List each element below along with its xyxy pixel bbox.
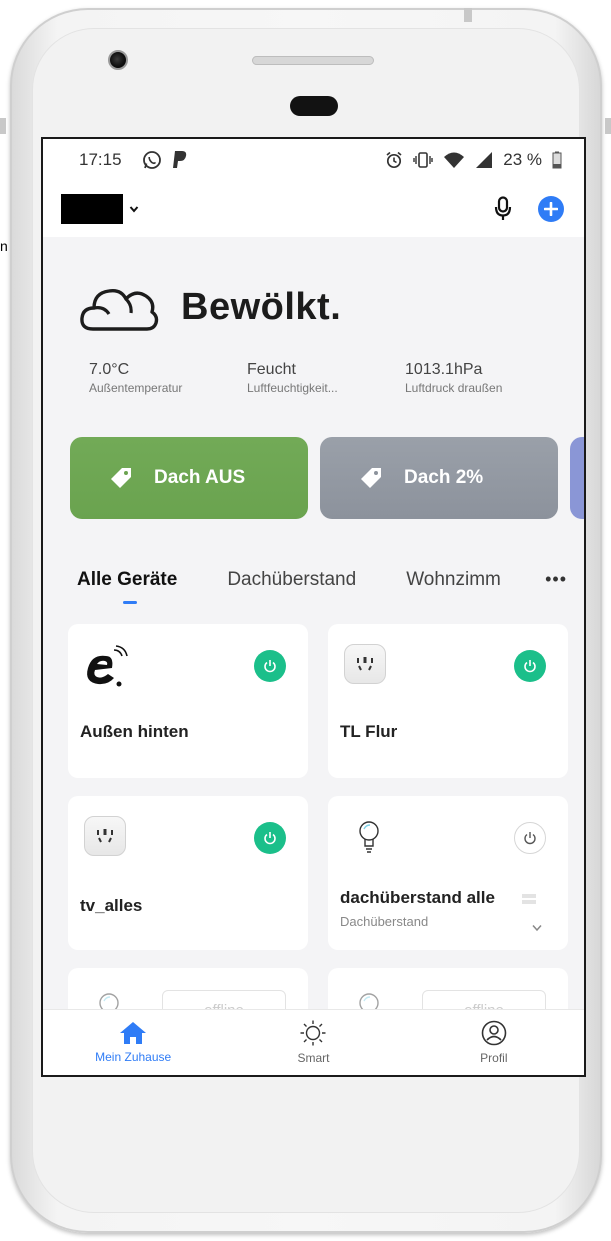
app-screen: 17:15 23 % Bewölkt. 7.0°C Außentemperatu… — [41, 137, 586, 1077]
stat-value: 1013.1hPa — [405, 361, 483, 378]
power-icon — [264, 832, 276, 845]
weather-condition: Bewölkt. — [181, 285, 342, 328]
stat-humidity: Feucht Luftfeuchtigkeit... — [247, 361, 405, 395]
stat-outdoor-temperature: 7.0°C Außentemperatur — [89, 361, 247, 395]
room-tabs: Alle Geräte Dachüberstand Wohnzimm ••• — [77, 569, 567, 604]
power-button[interactable] — [514, 650, 546, 682]
weather-stats: 7.0°C Außentemperatur Feucht Luftfeuchti… — [89, 361, 563, 395]
edge-text-fragment: n — [0, 238, 8, 254]
stat-value: Feucht — [247, 361, 296, 378]
nav-label: Profil — [480, 1051, 508, 1065]
scene-dach-aus[interactable]: Dach AUS — [70, 437, 308, 519]
scene-label: Dach AUS — [154, 467, 246, 488]
profile-icon — [481, 1020, 507, 1046]
plug-icon — [344, 644, 386, 684]
tab-wohnzimmer[interactable]: Wohnzimm — [406, 569, 501, 591]
chevron-down-icon[interactable] — [532, 924, 542, 932]
home-name-redacted[interactable] — [61, 194, 123, 224]
paypal-icon — [172, 151, 186, 168]
nav-profile[interactable]: Profil — [404, 1010, 584, 1075]
front-camera — [108, 50, 128, 70]
bottom-navigation: Mein Zuhause Smart Profil — [43, 1009, 584, 1075]
power-button[interactable] — [254, 822, 286, 854]
phone-side-button — [0, 118, 6, 134]
tag-icon — [361, 468, 381, 488]
stat-label: Außentemperatur — [89, 381, 183, 395]
more-tabs-button[interactable]: ••• — [545, 569, 567, 590]
tab-all-devices[interactable]: Alle Geräte — [77, 569, 177, 591]
status-time: 17:15 — [79, 150, 122, 169]
scene-partial[interactable] — [570, 437, 584, 519]
power-button[interactable] — [254, 650, 286, 682]
plug-icon — [84, 816, 126, 856]
nav-smart[interactable]: Smart — [223, 1010, 403, 1075]
device-room: Dachüberstand — [340, 914, 429, 929]
scene-row: Dach AUS Dach 2% — [70, 437, 584, 519]
stat-value: 7.0°C — [89, 361, 130, 378]
power-icon — [524, 660, 536, 673]
plus-icon — [544, 202, 558, 216]
wifi-logo-icon — [87, 645, 128, 687]
phone-top-button — [464, 8, 472, 22]
group-icon — [522, 894, 536, 904]
device-card[interactable]: dachüberstand alle Dachüberstand — [328, 796, 568, 950]
battery-percent: 23 % — [503, 150, 542, 169]
power-icon — [524, 832, 536, 845]
tab-dachueberstand[interactable]: Dachüberstand — [227, 569, 356, 591]
nav-label: Smart — [297, 1051, 330, 1065]
whatsapp-icon — [142, 151, 161, 169]
weather-panel: Bewölkt. — [79, 279, 341, 335]
device-card[interactable]: TL Flur — [328, 624, 568, 778]
sun-icon — [300, 1020, 326, 1046]
device-name: dachüberstand alle — [340, 888, 495, 907]
vibrate-icon — [413, 152, 433, 168]
app-header — [43, 181, 584, 237]
nav-home[interactable]: Mein Zuhause — [43, 1010, 223, 1075]
add-device-button[interactable] — [538, 196, 564, 222]
speaker-grill — [252, 56, 374, 65]
device-name: tv_alles — [80, 896, 143, 915]
signal-icon — [476, 152, 493, 168]
home-icon — [120, 1022, 147, 1044]
wifi-icon — [444, 152, 465, 168]
device-name: TL Flur — [340, 722, 398, 741]
stat-label: Luftdruck draußen — [405, 381, 503, 395]
phone-side-button — [605, 118, 611, 134]
microphone-icon[interactable] — [494, 196, 512, 222]
power-icon — [264, 660, 276, 673]
power-button[interactable] — [514, 822, 546, 854]
stat-air-pressure: 1013.1hPa Luftdruck draußen — [405, 361, 563, 395]
bulb-icon — [359, 821, 379, 853]
stat-label: Luftfeuchtigkeit... — [247, 381, 338, 395]
device-name: Außen hinten — [80, 722, 189, 741]
scene-label: Dach 2% — [404, 467, 484, 488]
nav-label: Mein Zuhause — [95, 1050, 172, 1064]
chevron-down-icon[interactable] — [129, 204, 139, 214]
cloud-icon — [80, 288, 159, 331]
battery-icon — [552, 151, 562, 169]
scene-dach-2[interactable]: Dach 2% — [320, 437, 558, 519]
earpiece — [290, 96, 338, 116]
device-card[interactable]: Außen hinten — [68, 624, 308, 778]
device-card[interactable]: tv_alles — [68, 796, 308, 950]
alarm-icon — [386, 151, 402, 169]
active-tab-indicator — [123, 601, 137, 604]
tag-icon — [111, 468, 131, 488]
status-bar: 17:15 23 % — [43, 139, 584, 181]
